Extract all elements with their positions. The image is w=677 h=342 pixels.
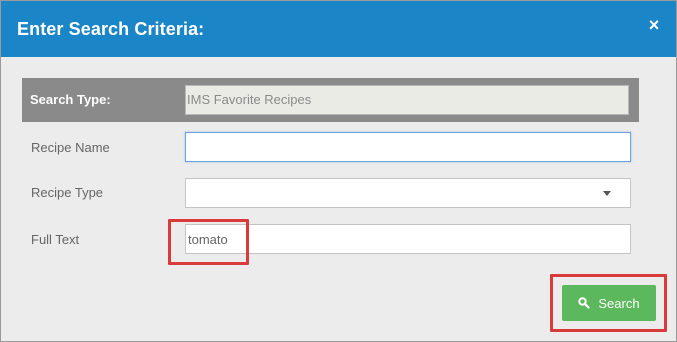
search-type-field: IMS Favorite Recipes (185, 85, 629, 115)
full-text-label: Full Text (31, 232, 80, 247)
recipe-name-label: Recipe Name (31, 140, 110, 155)
chevron-down-icon (603, 191, 611, 196)
dialog-title: Enter Search Criteria: (17, 19, 205, 39)
recipe-name-input[interactable] (185, 132, 631, 162)
search-type-row: Search Type: IMS Favorite Recipes (22, 78, 639, 122)
close-icon[interactable]: × (644, 13, 664, 37)
search-type-label: Search Type: (30, 92, 111, 107)
full-text-highlight (168, 219, 249, 265)
search-button-highlight (550, 274, 667, 332)
recipe-type-label: Recipe Type (31, 185, 104, 200)
search-criteria-dialog: Enter Search Criteria: × Search Type: IM… (0, 0, 677, 342)
dialog-title-bar: Enter Search Criteria: × (1, 1, 676, 57)
recipe-type-select[interactable] (185, 178, 631, 208)
full-text-input[interactable] (185, 224, 631, 254)
